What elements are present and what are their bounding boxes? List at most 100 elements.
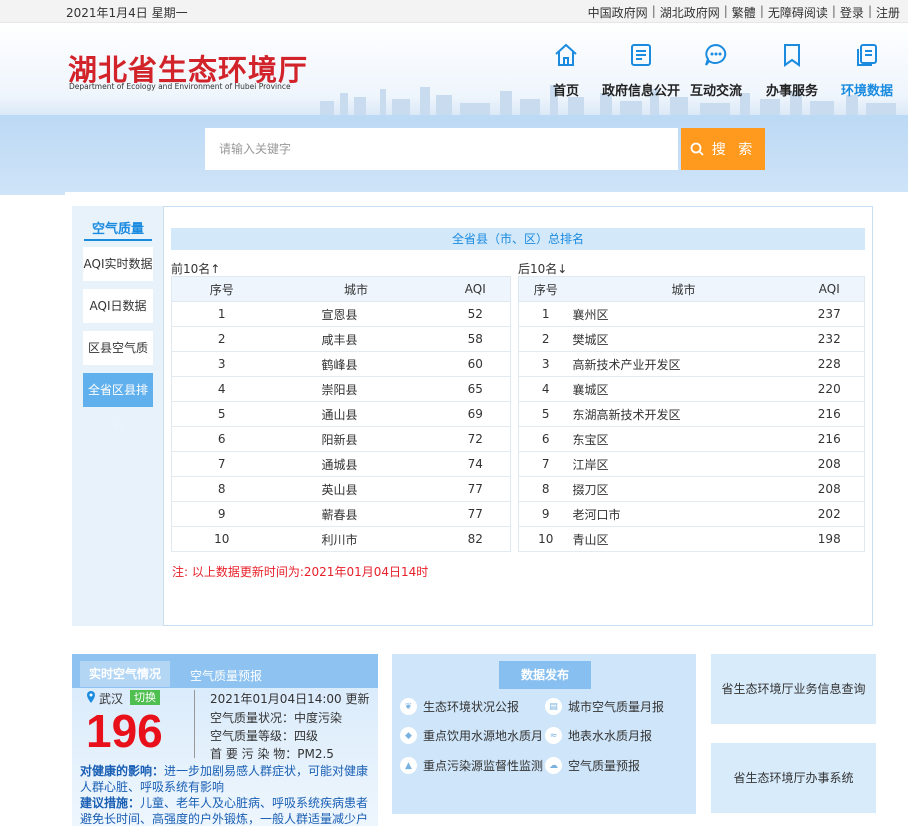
cell-aqi: 220 bbox=[794, 376, 865, 402]
cell-city: 东湖高新技术开发区 bbox=[572, 401, 795, 427]
table-row: 9 蕲春县 77 bbox=[171, 501, 511, 527]
nav-label: 环境数据 bbox=[841, 84, 894, 99]
link-city-air-monthly[interactable]: ▤ 城市空气质量月报 bbox=[545, 698, 664, 715]
aq-level: 空气质量等级：四级 bbox=[210, 729, 319, 743]
table-row: 8 英山县 77 bbox=[171, 476, 511, 502]
link-login[interactable]: 登录 bbox=[840, 4, 864, 21]
link-hubei-gov[interactable]: 湖北政府网 bbox=[660, 4, 720, 21]
home-icon bbox=[555, 43, 577, 66]
sidebar-item-aqi-realtime[interactable]: AQI实时数据 bbox=[83, 247, 153, 281]
cell-city: 掇刀区 bbox=[572, 476, 795, 502]
sidebar-item-aqi-daily[interactable]: AQI日数据 bbox=[83, 289, 153, 323]
cell-no: 10 bbox=[171, 526, 272, 552]
link-pollution-monitoring[interactable]: ▲ 重点污染源监督性监测 bbox=[400, 757, 543, 774]
top10-table: 序号 城市 AQI 1 宣恩县 52 2 咸丰县 58 3 鹤峰县 60 4 崇阳县 65 5 通山县 69… bbox=[171, 276, 511, 552]
link-label: 生态环境状况公报 bbox=[423, 700, 520, 714]
aq-status: 空气质量状况：中度污染 bbox=[210, 711, 343, 725]
cell-aqi: 77 bbox=[440, 501, 511, 527]
ranking-title: 全省县（市、区）总排名 bbox=[171, 228, 865, 250]
table-row: 10 青山区 198 bbox=[518, 526, 865, 552]
link-drinking-water-monthly[interactable]: ◆ 重点饮用水源地水质月 bbox=[400, 727, 543, 744]
current-date: 2021年1月4日 星期一 bbox=[66, 6, 188, 20]
cell-city: 鹤峰县 bbox=[271, 351, 441, 377]
card-office-system[interactable]: 省生态环境厅办事系统 bbox=[711, 743, 876, 813]
col-header-no: 序号 bbox=[171, 276, 272, 302]
sidebar-item-county-air[interactable]: 区县空气质 bbox=[83, 331, 153, 365]
link-china-gov[interactable]: 中国政府网 bbox=[588, 4, 648, 21]
sidebar-item-label: 全省区县排 bbox=[87, 383, 148, 397]
link-register[interactable]: 注册 bbox=[876, 4, 900, 21]
sidebar-item-label-wrap: 名 bbox=[111, 417, 124, 431]
link-surface-water-monthly[interactable]: ≈ 地表水水质月报 bbox=[545, 727, 652, 744]
nav-services[interactable]: 办事服务 bbox=[766, 42, 818, 99]
table-row: 5 东湖高新技术开发区 216 bbox=[518, 401, 865, 427]
cell-no: 3 bbox=[171, 351, 272, 377]
card-business-query[interactable]: 省生态环境厅业务信息查询 bbox=[711, 654, 876, 724]
link-label: 地表水水质月报 bbox=[568, 729, 653, 743]
cell-aqi: 82 bbox=[440, 526, 511, 552]
table-row: 1 襄州区 237 bbox=[518, 301, 865, 327]
search-icon bbox=[690, 142, 704, 156]
sidebar-item-county-ranking[interactable]: 全省区县排 名 bbox=[83, 373, 153, 431]
table-row: 6 阳新县 72 bbox=[171, 426, 511, 452]
table-row: 6 东宝区 216 bbox=[518, 426, 865, 452]
advice-label: 建议措施： bbox=[80, 796, 141, 810]
aq-update-time: 2021年01月04日14:00 更新 bbox=[210, 692, 370, 706]
link-label: 空气质量预报 bbox=[568, 759, 641, 773]
cell-no: 5 bbox=[518, 401, 573, 427]
cell-no: 7 bbox=[518, 451, 573, 477]
tab-realtime-air[interactable]: 实时空气情况 bbox=[80, 661, 170, 687]
aq-primary-pollutant: 首 要 污 染 物：PM2.5 bbox=[210, 747, 334, 761]
tab-air-forecast[interactable]: 空气质量预报 bbox=[190, 667, 262, 684]
data-release-title: 数据发布 bbox=[499, 661, 591, 689]
top-bar: 2021年1月4日 星期一 中国政府网 | 湖北政府网 | 繁體 | 无障碍阅读 | 登… bbox=[0, 0, 908, 23]
cell-no: 6 bbox=[171, 426, 272, 452]
col-header-no: 序号 bbox=[518, 276, 573, 302]
bottom10-table: 序号 城市 AQI 1 襄州区 237 2 樊城区 232 3 高新技术产业开发区 228 4 襄城… bbox=[518, 276, 865, 552]
search-button[interactable]: 搜 索 bbox=[681, 128, 765, 170]
cell-no: 10 bbox=[518, 526, 573, 552]
cell-city: 阳新县 bbox=[271, 426, 441, 452]
cell-aqi: 58 bbox=[440, 326, 511, 352]
report-icon: ▤ bbox=[545, 698, 562, 715]
link-traditional[interactable]: 繁體 bbox=[732, 4, 756, 21]
cell-city: 咸丰县 bbox=[271, 326, 441, 352]
bookmark-icon bbox=[784, 44, 800, 67]
link-accessibility[interactable]: 无障碍阅读 bbox=[768, 4, 828, 21]
nav-label: 办事服务 bbox=[766, 84, 819, 99]
switch-city-button[interactable]: 切换 bbox=[130, 690, 160, 705]
cell-city: 宣恩县 bbox=[271, 301, 441, 327]
link-air-forecast[interactable]: ☁ 空气质量预报 bbox=[545, 757, 640, 774]
nav-home[interactable]: 首页 bbox=[551, 42, 581, 99]
table-row: 1 宣恩县 52 bbox=[171, 301, 511, 327]
cell-city: 利川市 bbox=[271, 526, 441, 552]
cell-aqi: 208 bbox=[794, 451, 865, 477]
cell-aqi: 228 bbox=[794, 351, 865, 377]
cell-aqi: 65 bbox=[440, 376, 511, 402]
nav-gov-info[interactable]: 政府信息公开 bbox=[602, 42, 680, 99]
cell-city: 蕲春县 bbox=[271, 501, 441, 527]
col-header-city: 城市 bbox=[572, 276, 795, 302]
table-row: 9 老河口市 202 bbox=[518, 501, 865, 527]
link-eco-status-report[interactable]: ❦ 生态环境状况公报 bbox=[400, 698, 519, 715]
nav-env-data[interactable]: 环境数据 bbox=[841, 42, 893, 99]
cell-aqi: 198 bbox=[794, 526, 865, 552]
table-row: 7 江岸区 208 bbox=[518, 451, 865, 477]
cell-no: 4 bbox=[518, 376, 573, 402]
table-row: 2 樊城区 232 bbox=[518, 326, 865, 352]
wave-icon: ≈ bbox=[545, 727, 562, 744]
cell-no: 2 bbox=[518, 326, 573, 352]
search-input[interactable]: 请输入关键字 bbox=[205, 128, 678, 170]
cell-city: 樊城区 bbox=[572, 326, 795, 352]
water-drop-icon: ◆ bbox=[400, 727, 417, 744]
table-row: 3 鹤峰县 60 bbox=[171, 351, 511, 377]
main-nav: 首页 政府信息公开 互动交流 办事服务 环境数据 bbox=[0, 42, 908, 102]
cell-no: 1 bbox=[518, 301, 573, 327]
cell-aqi: 74 bbox=[440, 451, 511, 477]
table-row: 4 崇阳县 65 bbox=[171, 376, 511, 402]
aq-health-advice: 对健康的影响：进一步加剧易感人群症状，可能对健康人群心脏、呼吸系统有影响 建议措… bbox=[80, 763, 372, 826]
nav-interaction[interactable]: 互动交流 bbox=[690, 42, 742, 99]
table-row: 3 高新技术产业开发区 228 bbox=[518, 351, 865, 377]
location-pin-icon bbox=[87, 691, 95, 703]
chat-icon bbox=[705, 43, 727, 66]
